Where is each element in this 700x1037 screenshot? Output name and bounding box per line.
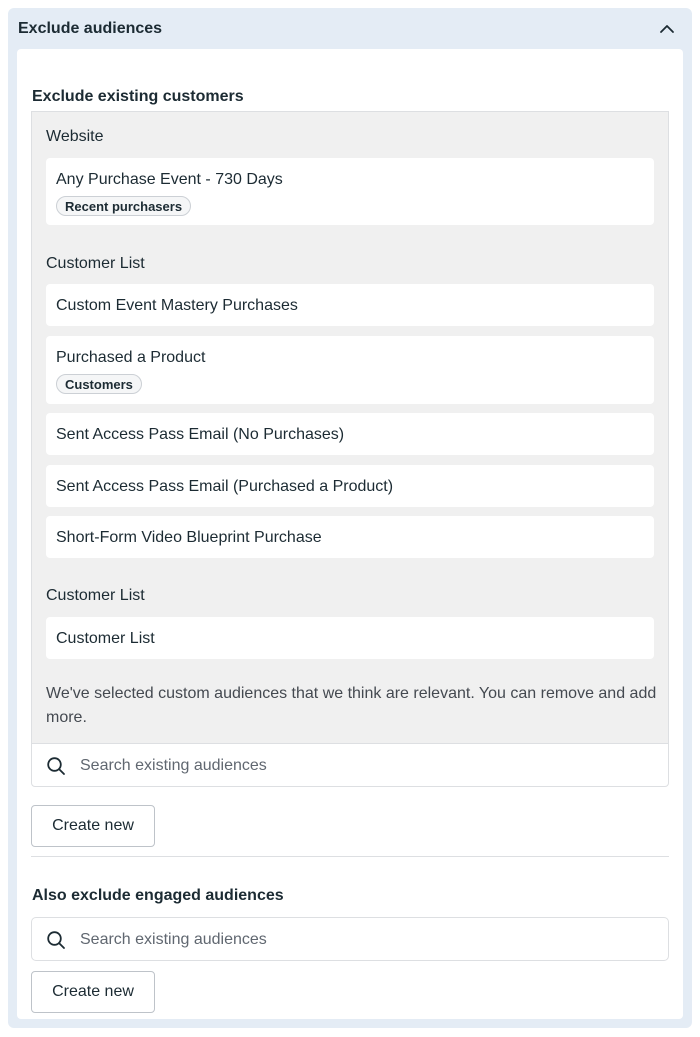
audience-item[interactable]: Short-Form Video Blueprint Purchase — [46, 516, 654, 558]
create-new-button[interactable]: Create new — [31, 971, 155, 1013]
search-icon — [46, 930, 66, 950]
search-icon — [46, 756, 66, 776]
audience-item[interactable]: Customer List — [46, 617, 654, 659]
exclude-audiences-panel: Exclude audiences Exclude existing custo… — [8, 8, 692, 1028]
section-title-engaged-audiences: Also exclude engaged audiences — [32, 887, 284, 904]
panel-body: Exclude existing customers Website Any P… — [17, 49, 683, 1019]
group-label-customer-list: Customer List — [46, 587, 145, 604]
audience-name: Short-Form Video Blueprint Purchase — [56, 529, 322, 546]
audience-name: Sent Access Pass Email (Purchased a Prod… — [56, 478, 394, 495]
panel-title: Exclude audiences — [18, 20, 163, 37]
section-title-existing-customers: Exclude existing customers — [32, 88, 244, 105]
audience-name: Sent Access Pass Email (No Purchases) — [56, 426, 345, 443]
audience-tag: Recent purchasers — [56, 196, 192, 216]
group-label-website: Website — [46, 128, 104, 145]
panel-header[interactable]: Exclude audiences — [8, 8, 692, 50]
selected-audiences-panel: Website Any Purchase Event - 730 Days Re… — [31, 111, 669, 743]
search-existing-audiences-field[interactable] — [31, 743, 669, 787]
chevron-up-icon[interactable] — [656, 18, 678, 40]
section-divider — [31, 856, 669, 857]
create-new-button[interactable]: Create new — [31, 805, 155, 847]
audience-item[interactable]: Sent Access Pass Email (Purchased a Prod… — [46, 465, 654, 507]
audience-item[interactable]: Purchased a Product Customers — [46, 336, 654, 404]
search-engaged-audiences-field[interactable] — [31, 917, 669, 961]
audience-item[interactable]: Any Purchase Event - 730 Days Recent pur… — [46, 158, 654, 225]
audience-item[interactable]: Sent Access Pass Email (No Purchases) — [46, 413, 654, 455]
audience-item[interactable]: Custom Event Mastery Purchases — [46, 284, 654, 326]
audience-name: Purchased a Product — [56, 349, 206, 366]
audience-name: Customer List — [56, 630, 155, 647]
audience-name: Custom Event Mastery Purchases — [56, 297, 298, 314]
group-label-customer-list: Customer List — [46, 255, 145, 272]
search-input[interactable] — [78, 924, 642, 956]
audience-tag: Customers — [56, 374, 142, 394]
search-input[interactable] — [78, 750, 642, 782]
audience-name: Any Purchase Event - 730 Days — [56, 171, 283, 188]
suggestion-note: We've selected custom audiences that we … — [46, 685, 657, 726]
